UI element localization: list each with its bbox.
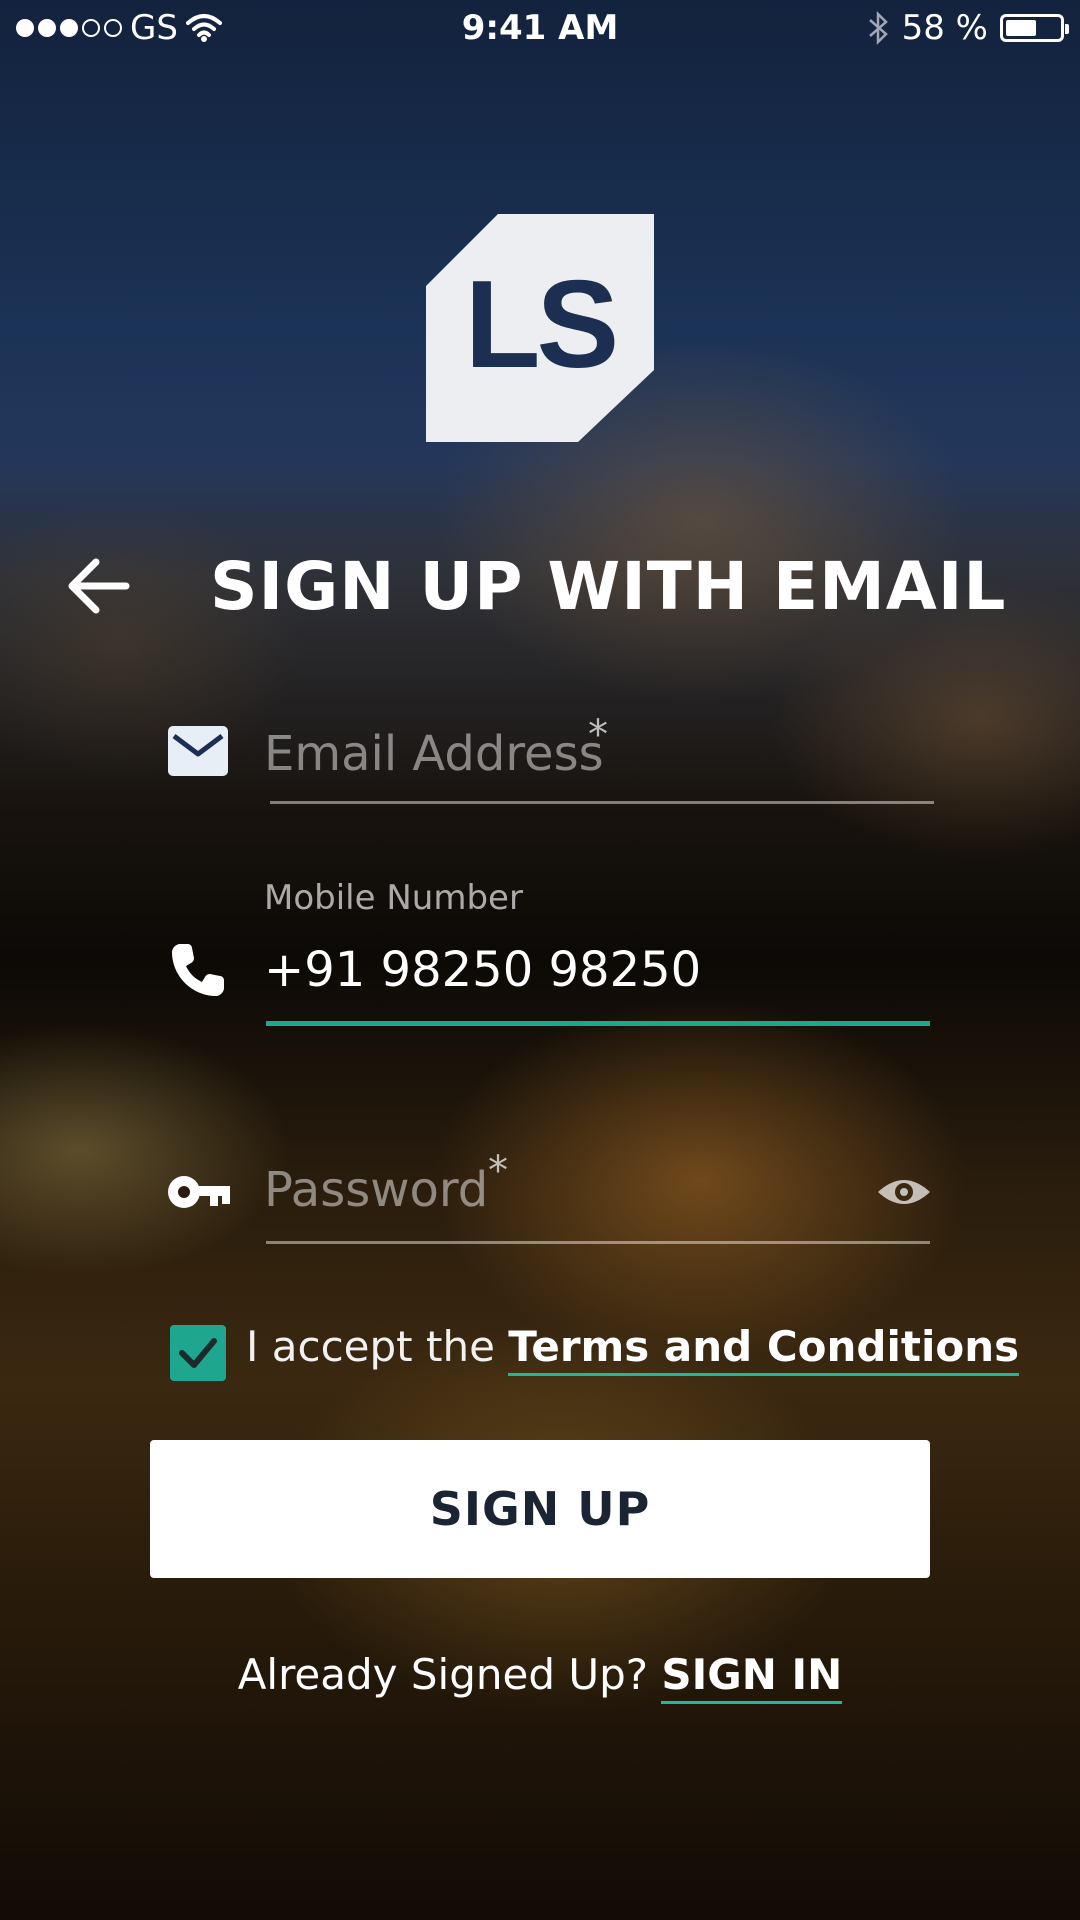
terms-checkbox[interactable]: [170, 1325, 226, 1381]
password-placeholder: Password: [264, 1162, 489, 1218]
sign-up-button[interactable]: SIGN UP: [150, 1440, 930, 1578]
phone-icon: [172, 944, 224, 996]
terms-text: I accept the Terms and Conditions: [246, 1322, 1020, 1376]
key-icon: [168, 1176, 230, 1208]
password-underline: [266, 1241, 930, 1244]
email-field[interactable]: Email Address *: [262, 700, 934, 810]
sign-in-prompt: Already Signed Up? SIGN IN: [0, 1650, 1080, 1704]
battery-percentage: 58 %: [901, 8, 988, 48]
page-title: SIGN UP WITH EMAIL: [210, 548, 1007, 625]
email-underline: [270, 801, 934, 804]
logo-text: LS: [464, 256, 619, 394]
back-arrow-icon[interactable]: [64, 552, 132, 620]
status-right: 58 %: [866, 8, 1069, 48]
mobile-number-value: +91 98250 98250: [264, 942, 702, 998]
terms-prefix: I accept the: [246, 1322, 495, 1371]
battery-icon: [1000, 14, 1069, 42]
sign-in-prompt-text: Already Signed Up?: [237, 1650, 649, 1699]
status-bar: GS 9:41 AM 58 %: [0, 0, 1080, 58]
email-required-mark: *: [588, 712, 608, 758]
mobile-underline-focused: [266, 1021, 930, 1026]
email-placeholder: Email Address: [264, 726, 604, 782]
terms-link[interactable]: Terms and Conditions: [508, 1322, 1020, 1376]
eye-icon[interactable]: [876, 1174, 932, 1210]
sign-in-link[interactable]: SIGN IN: [661, 1650, 843, 1704]
battery-level-fill: [1006, 20, 1037, 36]
app-logo: LS: [426, 214, 654, 442]
password-field[interactable]: Password *: [262, 1140, 862, 1240]
checkmark-icon: [179, 1338, 217, 1368]
mobile-number-field[interactable]: +91 98250 98250: [262, 930, 934, 1020]
mobile-label: Mobile Number: [264, 878, 523, 918]
bluetooth-icon: [868, 10, 888, 46]
envelope-icon: [168, 726, 228, 776]
password-required-mark: *: [488, 1148, 508, 1194]
